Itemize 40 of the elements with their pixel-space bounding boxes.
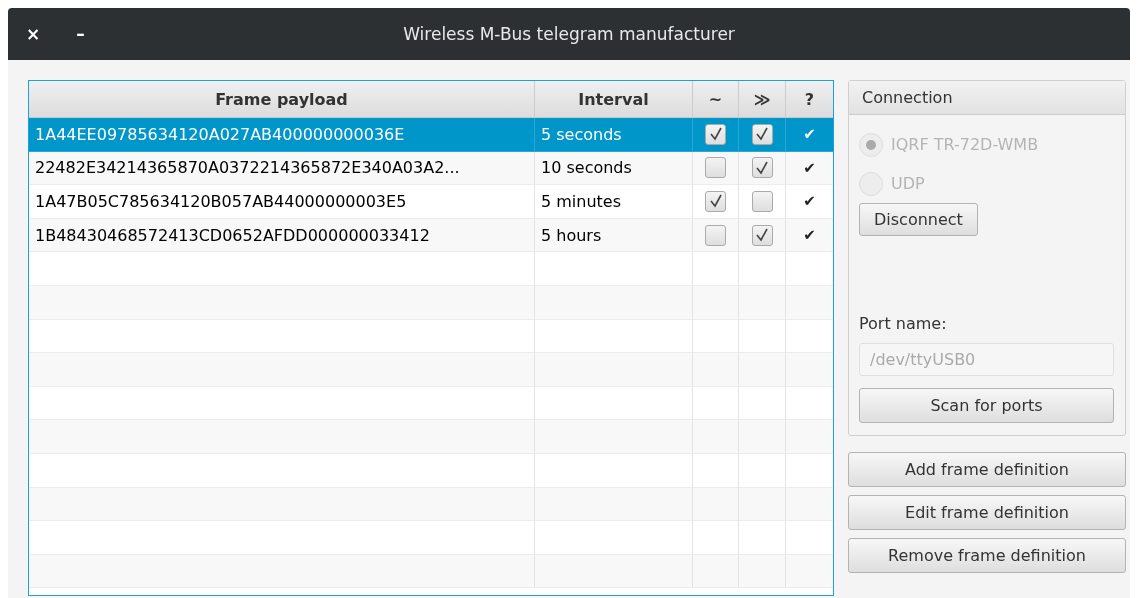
payload-text: 1A47B05C785634120B057AB44000000003E5 [35, 192, 407, 211]
checkbox[interactable] [751, 191, 773, 212]
payload-text: 22482E34214365870A0372214365872E340A03A2... [35, 158, 460, 178]
check-mark: ✔ [803, 192, 816, 211]
check-mark: ✔ [803, 125, 816, 144]
payload-text: 1A44EE09785634120A027AB400000000036E [35, 124, 405, 144]
interval-text: 10 seconds [541, 158, 632, 178]
checkbox[interactable] [705, 224, 726, 246]
column-header[interactable]: ≫ [739, 81, 786, 117]
payload-text: 1B48430468572413CD0652AFDD000000033412 [35, 225, 430, 245]
port-name-label: Port name: [859, 314, 947, 333]
window-title: Wireless M-Bus telegram manufacturer [403, 24, 735, 44]
disconnect-button[interactable]: Disconnect [859, 203, 978, 236]
checkbox[interactable] [751, 157, 773, 179]
checkbox[interactable] [705, 191, 726, 212]
checkbox[interactable] [705, 157, 726, 179]
interval-text: 5 hours [541, 225, 602, 245]
close-button[interactable]: × [20, 22, 47, 46]
check-mark: ✔ [803, 226, 816, 245]
panel-title: Connection [862, 88, 953, 107]
column-header[interactable]: ? [786, 81, 833, 117]
frame-action-button[interactable]: Add frame definition [848, 452, 1126, 487]
radio-label: IQRF TR-72D-WMB [891, 135, 1039, 154]
scan-ports-button[interactable]: Scan for ports [859, 388, 1114, 423]
column-header[interactable]: Frame payload [29, 81, 535, 117]
frame-action-button[interactable]: Edit frame definition [848, 495, 1126, 530]
checkbox[interactable] [751, 224, 773, 246]
table-row[interactable]: 1A47B05C785634120B057AB44000000003E5 5 minutes ✔ [29, 185, 833, 219]
checkbox[interactable] [705, 123, 726, 145]
frame-action-button[interactable]: Remove frame definition [848, 538, 1126, 573]
table-row[interactable]: 1B48430468572413CD0652AFDD000000033412 5 hours ✔ [29, 218, 833, 253]
column-header[interactable]: Interval [535, 81, 693, 117]
radio-label: UDP [891, 174, 925, 193]
checkbox[interactable] [751, 123, 773, 145]
check-mark: ✔ [803, 158, 816, 177]
column-header[interactable]: ~ [693, 81, 739, 117]
interval-text: 5 seconds [541, 124, 622, 144]
interval-text: 5 minutes [541, 192, 622, 211]
table-row[interactable]: 22482E34214365870A0372214365872E340A03A2... 10 seconds ✔ [29, 151, 833, 186]
minimize-button[interactable]: – [70, 22, 91, 46]
